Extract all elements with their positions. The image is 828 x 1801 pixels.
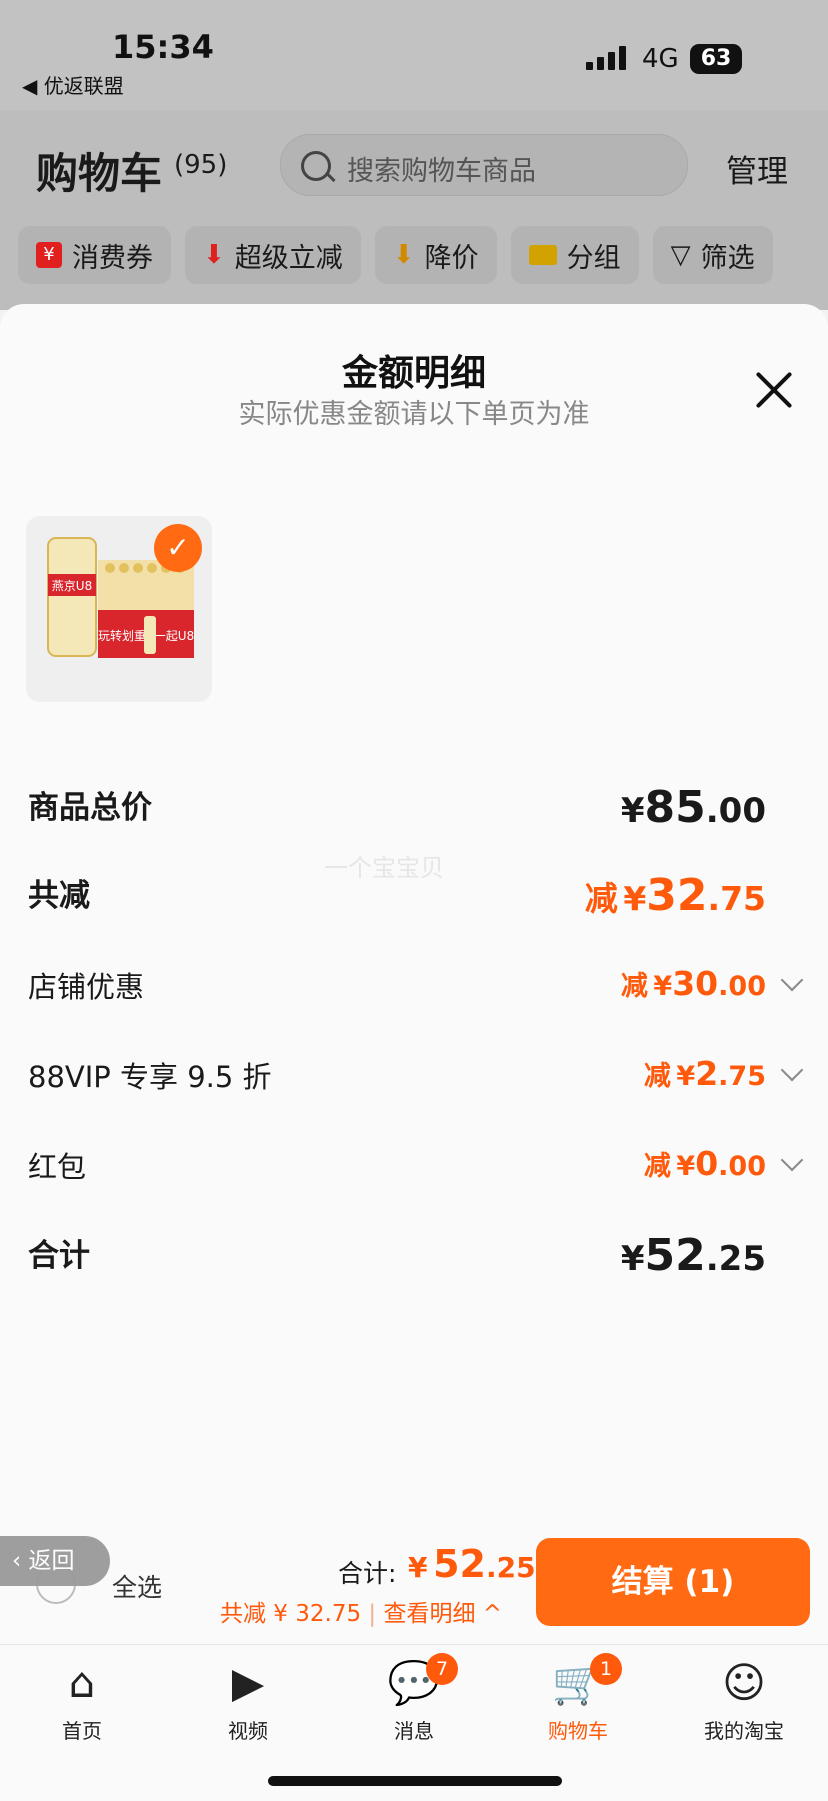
search-input[interactable]: 搜索购物车商品 (280, 134, 688, 196)
chevron-down-icon (780, 1058, 804, 1082)
status-time: 15:34 (112, 28, 214, 66)
filter-chip-label: 消费券 (72, 242, 153, 274)
tab-messages[interactable]: 💬 7 消息 (354, 1653, 474, 1744)
search-icon (301, 151, 331, 181)
product-brand-text: 燕京U8 (52, 579, 92, 593)
filter-chip-coupon[interactable]: ¥ 消费券 (18, 226, 171, 284)
row-value: 减 ¥0.00 (643, 1144, 766, 1183)
tab-label: 首页 (62, 1719, 102, 1743)
row-label: 共减 (28, 878, 90, 914)
filter-chips: ¥ 消费券 ⬇ 超级立减 ⬇ 降价 分组 ▽ 筛选 (18, 226, 773, 284)
chevron-up-icon: ^ (475, 1601, 503, 1627)
home-indicator (268, 1776, 562, 1786)
chevron-left-icon: ‹ (12, 1548, 29, 1574)
saved-amount: 共减 ¥ 32.75 (220, 1601, 362, 1627)
row-label: 店铺优惠 (28, 970, 145, 1004)
chevron-down-icon (780, 968, 804, 992)
filter-chip-price-drop[interactable]: ⬇ 降价 (374, 226, 497, 284)
message-badge: 7 (426, 1653, 458, 1685)
status-bar: 15:34 ◀ 优返联盟 4G 63 (0, 0, 828, 110)
cart-count: (95) (174, 150, 228, 180)
filter-chip-super-discount[interactable]: ⬇ 超级立减 (185, 226, 361, 284)
price-row-subtotal: 商品总价 ¥85.00 (28, 782, 800, 838)
back-button[interactable]: ‹ 返回 (0, 1536, 110, 1586)
price-row-total: 合计 ¥52.25 (28, 1230, 800, 1286)
price-drop-icon: ⬇ (392, 240, 415, 270)
price-row-88vip[interactable]: 88VIP 专享 9.5 折 减 ¥2.75 (28, 1054, 804, 1102)
back-to-app-link[interactable]: ◀ 优返联盟 (22, 70, 124, 99)
product-slogan2-text: 一起U8 (154, 629, 194, 643)
filter-chip-label: 超级立减 (234, 242, 343, 274)
tab-video[interactable]: ▶ 视频 (188, 1657, 308, 1744)
filter-chip-label: 分组 (566, 242, 621, 274)
row-label: 商品总价 (28, 790, 152, 826)
arrow-down-icon: ⬇ (203, 240, 225, 270)
filter-chip-label: 降价 (424, 242, 479, 274)
price-row-store-discount[interactable]: 店铺优惠 减 ¥30.00 (28, 964, 804, 1012)
total-value: ¥ 52.25 (408, 1542, 536, 1586)
row-label: 红包 (28, 1150, 87, 1184)
tab-label: 视频 (228, 1719, 268, 1743)
filter-chip-group[interactable]: 分组 (510, 226, 639, 284)
tab-label: 我的淘宝 (704, 1719, 784, 1743)
tab-home[interactable]: ⌂ 首页 (22, 1657, 142, 1744)
product-thumbnail[interactable]: 燕京U8 玩转划重 一起U8 ✓ (26, 516, 212, 702)
row-value: ¥85.00 (620, 782, 766, 833)
search-placeholder: 搜索购物车商品 (347, 156, 536, 187)
filter-icon: ▽ (670, 240, 691, 270)
manage-button[interactable]: 管理 (726, 146, 788, 191)
saved-summary: 共减 ¥ 32.75 | 查看明细 ^ (220, 1601, 503, 1627)
row-label: 88VIP 专享 9.5 折 (28, 1060, 272, 1094)
back-label: 返回 (28, 1548, 75, 1574)
coupon-icon: ¥ (36, 242, 62, 268)
close-icon[interactable] (752, 368, 796, 412)
amount-detail-sheet: 金额明细 实际优惠金额请以下单页为准 燕京U8 玩转划重 一起U8 ✓ 一个宝宝… (0, 304, 828, 1644)
sheet-title: 金额明细 (341, 353, 486, 394)
network-type: 4G (642, 44, 679, 74)
cart-badge: 1 (590, 1653, 622, 1685)
product-slogan-text: 玩转划重 (98, 628, 146, 643)
page-title: 购物车 (36, 149, 163, 198)
home-icon: ⌂ (68, 1658, 96, 1707)
tab-my-taobao[interactable]: ☺ 我的淘宝 (684, 1657, 804, 1744)
checkout-button[interactable]: 结算 (1) (536, 1538, 810, 1626)
tab-label: 消息 (394, 1719, 434, 1743)
filter-chip-filter[interactable]: ▽ 筛选 (652, 226, 773, 284)
folder-icon (528, 245, 557, 265)
price-row-total-discount: 共减 减 ¥32.75 (28, 870, 800, 926)
price-row-red-packet[interactable]: 红包 减 ¥0.00 (28, 1144, 804, 1192)
row-value: 减 ¥32.75 (584, 870, 766, 921)
checkmark-icon: ✓ (154, 524, 202, 572)
tab-cart[interactable]: 🛒 1 购物车 (518, 1653, 638, 1744)
chevron-down-icon (780, 1148, 804, 1172)
row-value: 减 ¥2.75 (643, 1054, 766, 1093)
select-all-label[interactable]: 全选 (112, 1568, 162, 1604)
video-icon: ▶ (231, 1658, 265, 1707)
profile-icon: ☺ (722, 1658, 766, 1707)
signal-icon (586, 46, 626, 70)
row-value: 减 ¥30.00 (620, 964, 766, 1003)
total-label: 合计: (338, 1559, 397, 1588)
tab-label: 购物车 (548, 1719, 608, 1743)
sheet-subtitle: 实际优惠金额请以下单页为准 (238, 399, 590, 430)
row-value: ¥52.25 (620, 1230, 766, 1281)
battery-icon: 63 (690, 44, 742, 74)
row-label: 合计 (28, 1238, 90, 1274)
filter-chip-label: 筛选 (700, 242, 755, 274)
view-detail-link[interactable]: 查看明细 (383, 1601, 475, 1627)
